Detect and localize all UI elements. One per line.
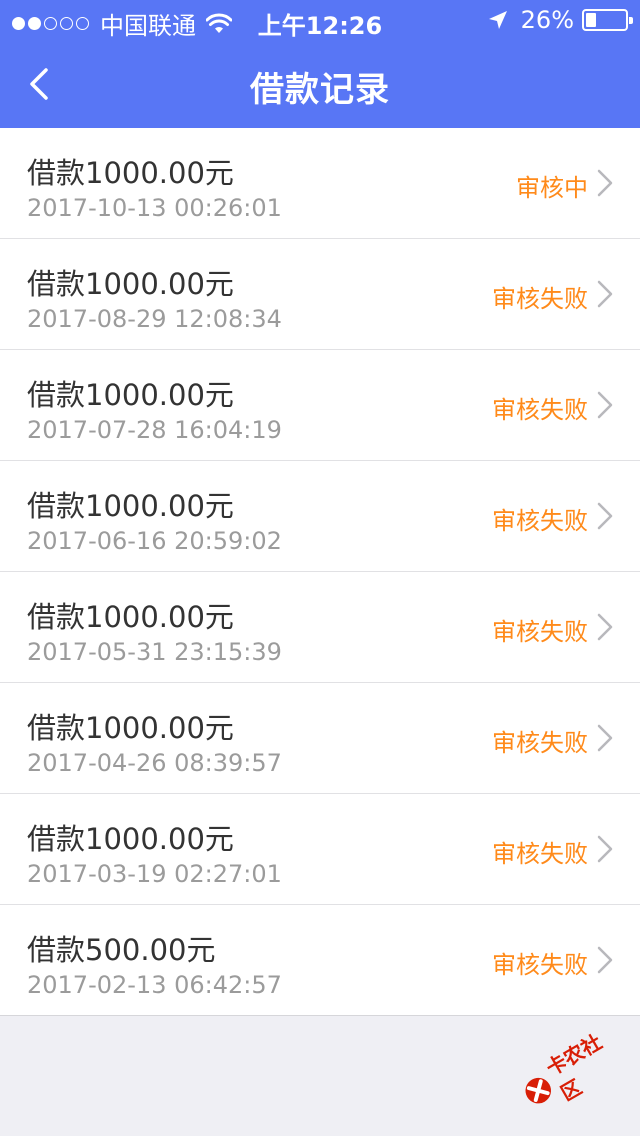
loan-amount: 借款1000.00元 bbox=[27, 378, 234, 412]
status-bar: 中国联通 上午12:26 26% bbox=[0, 0, 640, 40]
loan-record-row[interactable]: 借款1000.00元 2017-07-28 16:04:19 审核失败 bbox=[0, 350, 640, 461]
chevron-right-icon bbox=[597, 502, 613, 530]
loan-amount: 借款500.00元 bbox=[27, 933, 216, 967]
loan-record-row[interactable]: 借款1000.00元 2017-10-13 00:26:01 审核中 bbox=[0, 128, 640, 239]
chevron-right-icon bbox=[597, 391, 613, 419]
chevron-right-icon bbox=[597, 169, 613, 197]
loan-timestamp: 2017-05-31 23:15:39 bbox=[27, 638, 282, 666]
loan-timestamp: 2017-10-13 00:26:01 bbox=[27, 194, 282, 222]
review-status: 审核失败 bbox=[492, 840, 588, 868]
loan-timestamp: 2017-02-13 06:42:57 bbox=[27, 971, 282, 999]
battery-level-fill bbox=[586, 13, 596, 27]
loan-amount: 借款1000.00元 bbox=[27, 711, 234, 745]
chevron-right-icon bbox=[597, 946, 613, 974]
watermark-logo: 卡农社区 bbox=[502, 1000, 640, 1136]
loan-amount: 借款1000.00元 bbox=[27, 822, 234, 856]
loan-amount: 借款1000.00元 bbox=[27, 156, 234, 190]
review-status: 审核失败 bbox=[492, 285, 588, 313]
loan-timestamp: 2017-03-19 02:27:01 bbox=[27, 860, 282, 888]
loan-record-row[interactable]: 借款1000.00元 2017-04-26 08:39:57 审核失败 bbox=[0, 683, 640, 794]
status-bar-right: 26% bbox=[487, 6, 633, 34]
loan-amount: 借款1000.00元 bbox=[27, 489, 234, 523]
loan-record-row[interactable]: 借款1000.00元 2017-05-31 23:15:39 审核失败 bbox=[0, 572, 640, 683]
navigation-bar: 借款记录 bbox=[0, 40, 640, 128]
loan-record-row[interactable]: 借款500.00元 2017-02-13 06:42:57 审核失败 bbox=[0, 905, 640, 1016]
loan-record-row[interactable]: 借款1000.00元 2017-06-16 20:59:02 审核失败 bbox=[0, 461, 640, 572]
location-arrow-icon bbox=[488, 11, 507, 29]
chevron-right-icon bbox=[597, 613, 613, 641]
header: 中国联通 上午12:26 26% 借款记录 bbox=[0, 0, 640, 128]
loan-timestamp: 2017-07-28 16:04:19 bbox=[27, 416, 282, 444]
review-status: 审核失败 bbox=[492, 507, 588, 535]
loan-timestamp: 2017-06-16 20:59:02 bbox=[27, 527, 282, 555]
chevron-right-icon bbox=[597, 280, 613, 308]
loan-timestamp: 2017-08-29 12:08:34 bbox=[27, 305, 282, 333]
battery-percent: 26% bbox=[520, 6, 574, 34]
review-status: 审核失败 bbox=[492, 396, 588, 424]
review-status: 审核失败 bbox=[492, 618, 588, 646]
loan-amount: 借款1000.00元 bbox=[27, 267, 234, 301]
review-status: 审核中 bbox=[516, 174, 588, 202]
review-status: 审核失败 bbox=[492, 729, 588, 757]
loan-record-row[interactable]: 借款1000.00元 2017-03-19 02:27:01 审核失败 bbox=[0, 794, 640, 905]
chevron-right-icon bbox=[597, 835, 613, 863]
chevron-right-icon bbox=[597, 724, 613, 752]
loan-amount: 借款1000.00元 bbox=[27, 600, 234, 634]
page-title: 借款记录 bbox=[250, 70, 390, 110]
loan-record-list: 借款1000.00元 2017-10-13 00:26:01 审核中 借款1000.0… bbox=[0, 128, 640, 1016]
battery-tip bbox=[629, 17, 633, 24]
loan-record-row[interactable]: 借款1000.00元 2017-08-29 12:08:34 审核失败 bbox=[0, 239, 640, 350]
battery-icon bbox=[582, 9, 633, 31]
review-status: 审核失败 bbox=[492, 951, 588, 979]
loan-timestamp: 2017-04-26 08:39:57 bbox=[27, 749, 282, 777]
